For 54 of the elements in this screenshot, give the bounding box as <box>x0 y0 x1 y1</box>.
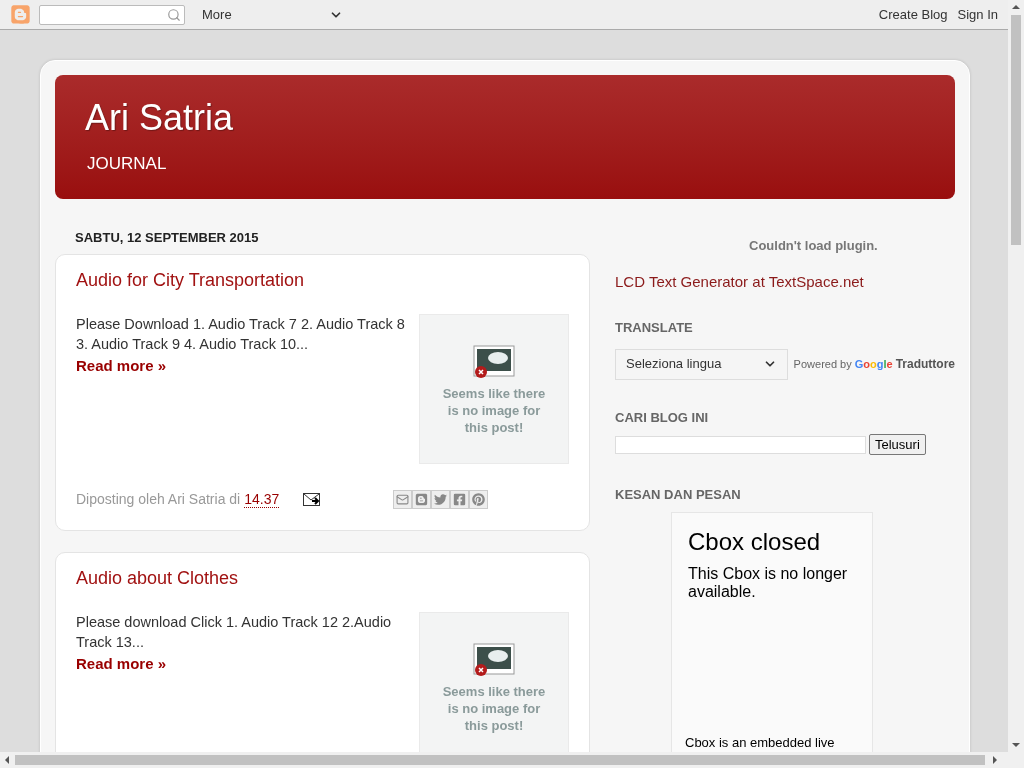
post-title[interactable]: Audio for City Transportation <box>76 268 569 291</box>
plugin-error-text: Couldn't load plugin. <box>749 237 878 255</box>
no-image-text: Seems like there is no image for this post! <box>441 682 547 734</box>
search-button[interactable]: Telusuri <box>869 434 926 455</box>
blogger-logo-icon <box>10 4 31 25</box>
scroll-right-arrow-icon[interactable] <box>993 756 997 764</box>
blog-title[interactable]: Ari Satria <box>85 97 234 139</box>
post-snippet: Please download Click 1. Audio Track 12 2.Audio Track 13... <box>76 612 393 652</box>
horizontal-scrollbar[interactable] <box>0 752 1024 768</box>
guestbook-heading: KESAN DAN PESAN <box>615 486 741 504</box>
twitter-share-button[interactable] <box>431 489 451 509</box>
navbar-link[interactable]: Sign In <box>957 4 998 25</box>
search-icon <box>167 7 181 22</box>
translate-heading: TRANSLATE <box>615 319 693 337</box>
scroll-up-arrow-icon[interactable] <box>1012 5 1020 9</box>
blog-search-field[interactable] <box>615 435 866 454</box>
broken-image-icon <box>472 344 516 379</box>
post-snippet: Please Download 1. Audio Track 7 2. Audio Track 8 3. Audio Track 9 4. Audio Track 10... <box>76 314 406 354</box>
search-field[interactable] <box>39 4 185 25</box>
scroll-down-arrow-icon[interactable] <box>1012 743 1020 747</box>
read-more-link[interactable]: Read more » <box>76 652 167 675</box>
powered-by-text: Powered by <box>793 356 852 372</box>
broken-image-icon <box>472 642 516 677</box>
lcd-generator-link[interactable]: LCD Text Generator at TextSpace.net <box>615 270 864 293</box>
pinterest-icon <box>472 492 486 506</box>
translate-link[interactable]: Traduttore <box>895 355 955 373</box>
chat-box-message: This Cbox is no longer available. <box>688 564 849 601</box>
date-header: SABTU, 12 SEPTEMBER 2015 <box>75 229 259 247</box>
email-post-icon[interactable] <box>303 492 322 506</box>
post-byline: Diposting oleh Ari Satria di <box>76 489 241 509</box>
post-time-link[interactable]: 14.37 <box>244 490 280 508</box>
facebook-share-button[interactable] <box>450 489 470 509</box>
facebook-icon <box>453 492 467 506</box>
scrollbar-thumb[interactable] <box>1011 15 1021 245</box>
search-heading: CARI BLOG INI <box>615 408 709 427</box>
more-dropdown[interactable]: More <box>202 4 343 25</box>
post-title[interactable]: Audio about Clothes <box>76 566 569 589</box>
scroll-left-arrow-icon[interactable] <box>5 756 9 764</box>
no-image-text: Seems like there is no image for this post! <box>441 384 547 436</box>
scrollbar-thumb[interactable] <box>15 755 985 765</box>
blog-share-button[interactable] <box>412 489 432 509</box>
blogger-icon <box>415 492 429 506</box>
read-more-link[interactable]: Read more » <box>76 354 167 377</box>
blog-description: JOURNAL <box>87 153 167 175</box>
email-share-button[interactable] <box>393 489 413 509</box>
navbar-link[interactable]: Create Blog <box>878 4 948 25</box>
chat-box-footer: Cbox is an embedded live <box>685 732 856 752</box>
language-select[interactable]: Seleziona lingua <box>615 348 788 380</box>
google-logo: Google <box>854 356 893 372</box>
chat-box-title: Cbox closed <box>688 527 822 556</box>
twitter-icon <box>434 492 448 506</box>
vertical-scrollbar[interactable] <box>1008 0 1024 752</box>
email-icon <box>396 492 410 506</box>
pinterest-share-button[interactable] <box>469 489 489 509</box>
